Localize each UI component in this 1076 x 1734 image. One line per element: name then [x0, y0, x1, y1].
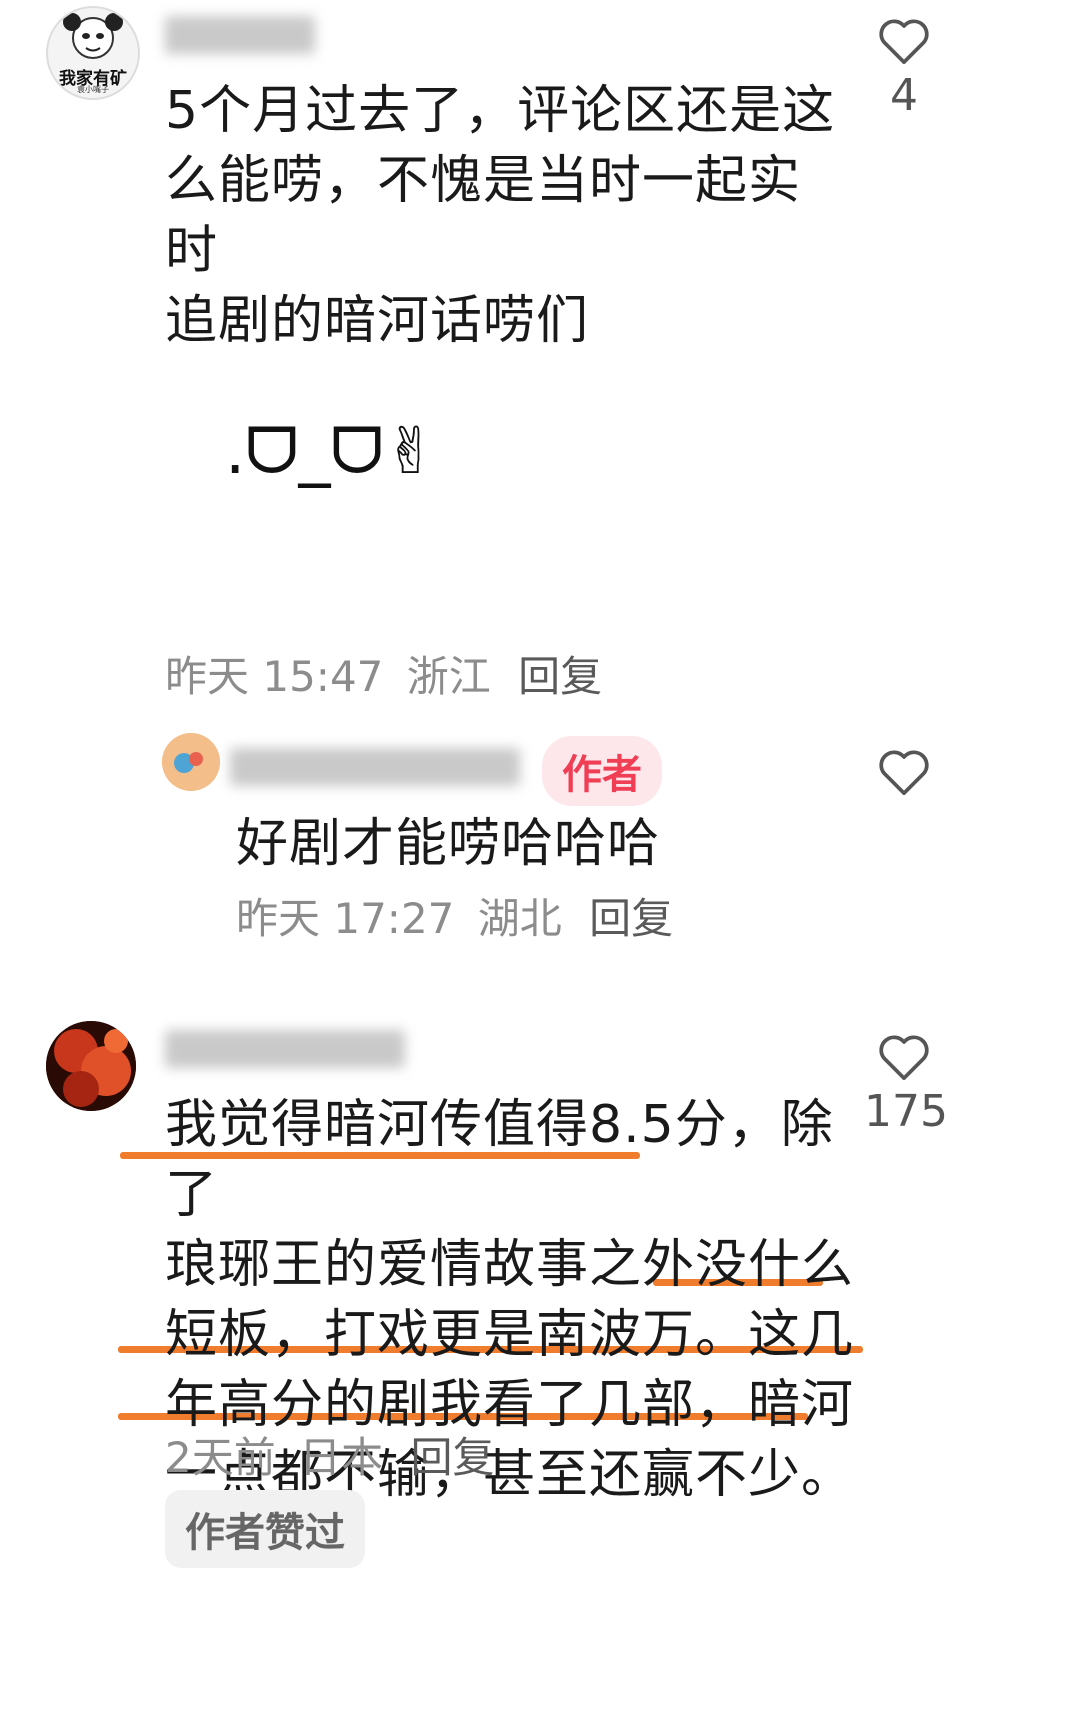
heart-icon	[879, 19, 929, 65]
author-liked-badge: 作者赞过	[165, 1490, 365, 1568]
comment-location: 日本	[299, 1433, 384, 1482]
commenter-avatar[interactable]: 我家有矿 袁小嘴子	[46, 6, 140, 100]
replier-avatar[interactable]	[162, 733, 220, 791]
like-count: 175	[864, 1086, 948, 1137]
comment-line: 琅琊王的爱情故事之外没什么	[165, 1235, 855, 1295]
maple-leaves-image	[46, 1021, 136, 1111]
heart-icon	[879, 750, 929, 796]
reply-time: 昨天 17:27	[236, 894, 455, 943]
kaomoji: .ᗜ_ᗜ✌	[225, 415, 438, 489]
reply-button[interactable]: 回复	[410, 1433, 494, 1482]
comment-line: 么能唠，不愧是当时一起实时	[165, 151, 802, 281]
commenter-name-blurred[interactable]	[165, 16, 325, 58]
comment-text: 5个月过去了，评论区还是这 么能唠，不愧是当时一起实时 追剧的暗河话唠们	[165, 76, 845, 356]
avatar-image	[162, 733, 220, 791]
avatar-subcaption: 袁小嘴子	[77, 85, 109, 94]
replier-name-blurred[interactable]	[230, 748, 530, 790]
reply-like-button[interactable]	[864, 745, 944, 801]
comment-time: 昨天 15:47	[165, 652, 384, 701]
comment-line: 短板，打戏更是南波万。这几	[165, 1305, 855, 1365]
comment-location: 浙江	[406, 652, 491, 701]
like-count: 4	[890, 70, 918, 121]
comment-meta: 2天前 日本 回复	[165, 1424, 494, 1485]
heart-icon	[879, 1035, 929, 1081]
reply-text: 好剧才能唠哈哈哈	[236, 814, 661, 874]
reply-location: 湖北	[477, 894, 562, 943]
commenter-avatar[interactable]	[46, 1021, 136, 1111]
reply-button[interactable]: 回复	[518, 652, 602, 701]
comment-meta: 昨天 15:47 浙江 回复	[165, 643, 602, 704]
commenter-name-blurred[interactable]	[165, 1030, 415, 1072]
reply-button[interactable]: 回复	[589, 894, 673, 943]
comment-line: 我觉得暗河传值得8.5分，除了	[165, 1095, 834, 1225]
like-button[interactable]: 4	[864, 14, 944, 121]
reply-meta: 昨天 17:27 湖北 回复	[236, 885, 673, 946]
like-button[interactable]: 175	[864, 1030, 948, 1137]
comment-line: 5个月过去了，评论区还是这	[165, 81, 836, 141]
author-badge: 作者	[542, 736, 662, 806]
comment-line: 追剧的暗河话唠们	[165, 291, 590, 351]
comment-time: 2天前	[165, 1433, 276, 1482]
